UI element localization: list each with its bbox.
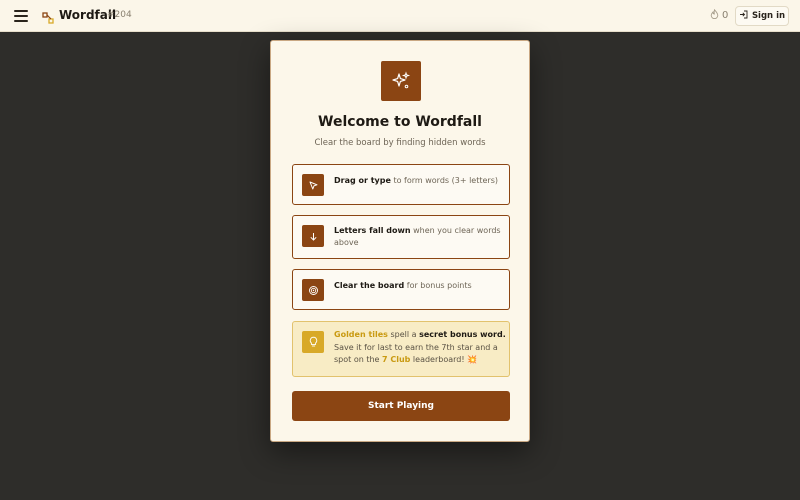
flame-icon bbox=[710, 8, 719, 22]
sparkles-icon bbox=[381, 61, 421, 101]
menu-icon-line bbox=[14, 15, 28, 17]
top-bar: Wordfall #204 0 Sign in bbox=[0, 0, 800, 32]
explosion-icon: 💥 bbox=[467, 355, 478, 364]
rule-card-clear: Clear the board for bonus points bbox=[292, 269, 510, 310]
modal-subtitle: Clear the board by finding hidden words bbox=[314, 138, 486, 148]
target-icon bbox=[302, 279, 324, 301]
rule-text-clear: Clear the board for bonus points bbox=[334, 281, 472, 290]
menu-icon-line bbox=[14, 10, 28, 12]
rule-text-drag: Drag or type to form words (3+ letters) bbox=[334, 176, 498, 185]
rule-text-fall: Letters fall down when you clear words a… bbox=[334, 226, 501, 247]
start-playing-button[interactable]: Start Playing bbox=[292, 391, 510, 421]
sign-in-label: Sign in bbox=[751, 11, 786, 21]
lightbulb-icon bbox=[302, 331, 324, 353]
tip-text: Golden tiles spell a secret bonus word. … bbox=[334, 330, 506, 364]
menu-icon-line bbox=[14, 20, 28, 22]
cursor-icon bbox=[302, 174, 324, 196]
streak-counter[interactable]: 0 bbox=[710, 8, 729, 22]
menu-button[interactable] bbox=[14, 10, 28, 22]
sign-in-icon bbox=[739, 10, 748, 22]
rule-card-fall: Letters fall down when you clear words a… bbox=[292, 215, 510, 259]
welcome-modal: Welcome to Wordfall Clear the board by f… bbox=[270, 40, 530, 442]
arrow-down-icon bbox=[302, 225, 324, 247]
sign-in-button[interactable]: Sign in bbox=[735, 6, 789, 26]
modal-title: Welcome to Wordfall bbox=[318, 114, 482, 130]
streak-count: 0 bbox=[722, 10, 729, 21]
rule-card-drag: Drag or type to form words (3+ letters) bbox=[292, 164, 510, 205]
puzzle-number: #204 bbox=[107, 10, 132, 20]
wordfall-logo-icon bbox=[42, 9, 54, 24]
golden-tiles-tip: Golden tiles spell a secret bonus word. … bbox=[292, 321, 510, 377]
